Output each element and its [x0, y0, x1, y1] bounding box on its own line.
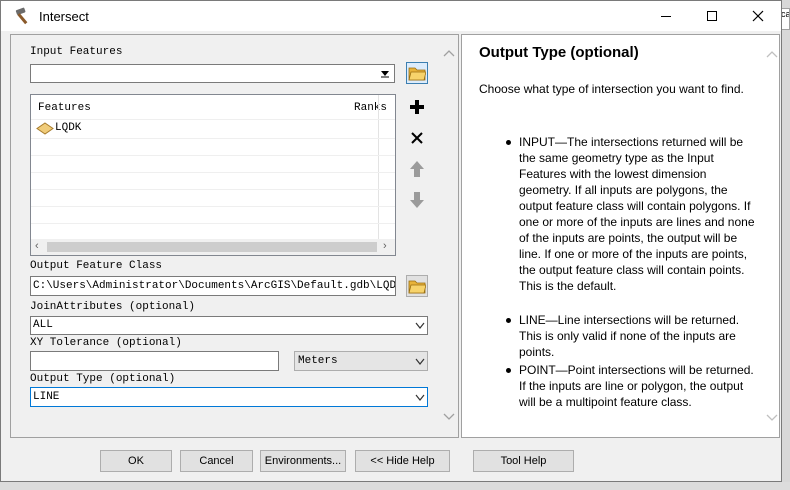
remove-row-button[interactable] [406, 127, 428, 149]
open-folder-icon [408, 67, 426, 81]
chevron-down-icon [415, 322, 425, 329]
feature-name: LQDK [55, 122, 82, 134]
help-bullet-point: POINT—Point intersections will be return… [519, 363, 754, 409]
move-up-button[interactable] [406, 158, 428, 180]
arrow-down-icon [410, 192, 424, 208]
window-title: Intersect [39, 9, 89, 24]
input-features-label: Input Features [30, 46, 123, 58]
output-type-select[interactable]: LINE [30, 387, 428, 407]
row-divider [31, 223, 395, 224]
scroll-down-icon[interactable] [443, 413, 455, 421]
row-divider [31, 138, 395, 139]
close-button[interactable] [735, 1, 781, 31]
minimize-button[interactable] [643, 1, 689, 31]
help-bullet-input: INPUT—The intersections returned will be… [519, 135, 755, 293]
features-column-header: Features [38, 102, 91, 114]
table-row[interactable]: LQDK [36, 121, 376, 137]
features-horizontal-scrollbar[interactable]: ‹ › [31, 239, 395, 255]
scroll-up-icon[interactable] [443, 49, 455, 57]
row-divider [31, 119, 395, 120]
row-divider [31, 155, 395, 156]
arrow-up-icon [410, 161, 424, 177]
close-icon [752, 10, 764, 22]
output-feature-class-input[interactable]: C:\Users\Administrator\Documents\ArcGIS\… [30, 276, 396, 296]
output-feature-class-value: C:\Users\Administrator\Documents\ArcGIS\… [33, 280, 396, 292]
chevron-down-icon [415, 358, 425, 365]
xy-tolerance-unit-select[interactable]: Meters [294, 351, 428, 371]
background-tab-label: ca [781, 9, 790, 19]
scroll-right-icon[interactable]: › [383, 240, 387, 252]
row-divider [31, 206, 395, 207]
scroll-left-icon[interactable]: ‹ [35, 240, 39, 252]
maximize-icon [707, 11, 717, 21]
ranks-column-header: Ranks [354, 102, 388, 114]
cancel-button[interactable]: Cancel [180, 450, 253, 472]
join-attributes-select[interactable]: ALL [30, 316, 428, 335]
xy-tolerance-input[interactable] [30, 351, 279, 371]
features-table[interactable]: Features Ranks LQDK ‹ › [30, 94, 396, 256]
scroll-up-icon[interactable] [766, 50, 778, 58]
output-type-value: LINE [33, 391, 60, 403]
polygon-layer-icon [36, 122, 54, 135]
bullet-dot [506, 318, 511, 323]
form-vertical-scrollbar[interactable] [440, 35, 458, 437]
chevron-down-icon[interactable] [378, 66, 392, 80]
help-title: Output Type (optional) [479, 44, 639, 61]
scrollbar-thumb[interactable] [47, 242, 377, 252]
scroll-down-icon[interactable] [766, 414, 778, 422]
browse-input-button[interactable] [406, 62, 428, 84]
join-attributes-label: JoinAttributes (optional) [30, 301, 196, 313]
hammer-icon [13, 7, 33, 25]
output-type-label: Output Type (optional) [30, 373, 176, 385]
bullet-dot [506, 140, 511, 145]
minimize-icon [661, 16, 671, 17]
plus-icon [410, 100, 424, 114]
tool-help-button[interactable]: Tool Help [473, 450, 574, 472]
help-vertical-scrollbar[interactable] [764, 36, 780, 436]
input-features-combo[interactable] [30, 64, 395, 83]
help-intro: Choose what type of intersection you wan… [479, 82, 744, 96]
browse-output-button[interactable] [406, 275, 428, 297]
bullet-dot [506, 368, 511, 373]
desktop-background [782, 0, 790, 490]
title-bar: Intersect [1, 1, 781, 31]
move-down-button[interactable] [406, 189, 428, 211]
maximize-button[interactable] [689, 1, 735, 31]
desktop-background-bottom [0, 482, 790, 490]
add-row-button[interactable] [406, 96, 428, 118]
hide-help-button[interactable]: << Hide Help [355, 450, 450, 472]
row-divider [31, 189, 395, 190]
row-divider [31, 172, 395, 173]
x-icon [411, 132, 423, 144]
join-attributes-value: ALL [33, 319, 53, 331]
ok-button[interactable]: OK [100, 450, 172, 472]
column-divider [378, 95, 379, 240]
xy-tolerance-label: XY Tolerance (optional) [30, 337, 182, 349]
help-panel: Output Type (optional) Choose what type … [461, 34, 780, 438]
chevron-down-icon [415, 394, 425, 401]
environments-button[interactable]: Environments... [260, 450, 346, 472]
output-feature-class-label: Output Feature Class [30, 260, 163, 272]
help-bullet-line: LINE—Line intersections will be returned… [519, 313, 740, 359]
xy-tolerance-unit-value: Meters [298, 355, 338, 367]
open-folder-icon [408, 280, 426, 294]
intersect-dialog: Intersect Input Features Features Ranks … [0, 0, 782, 482]
